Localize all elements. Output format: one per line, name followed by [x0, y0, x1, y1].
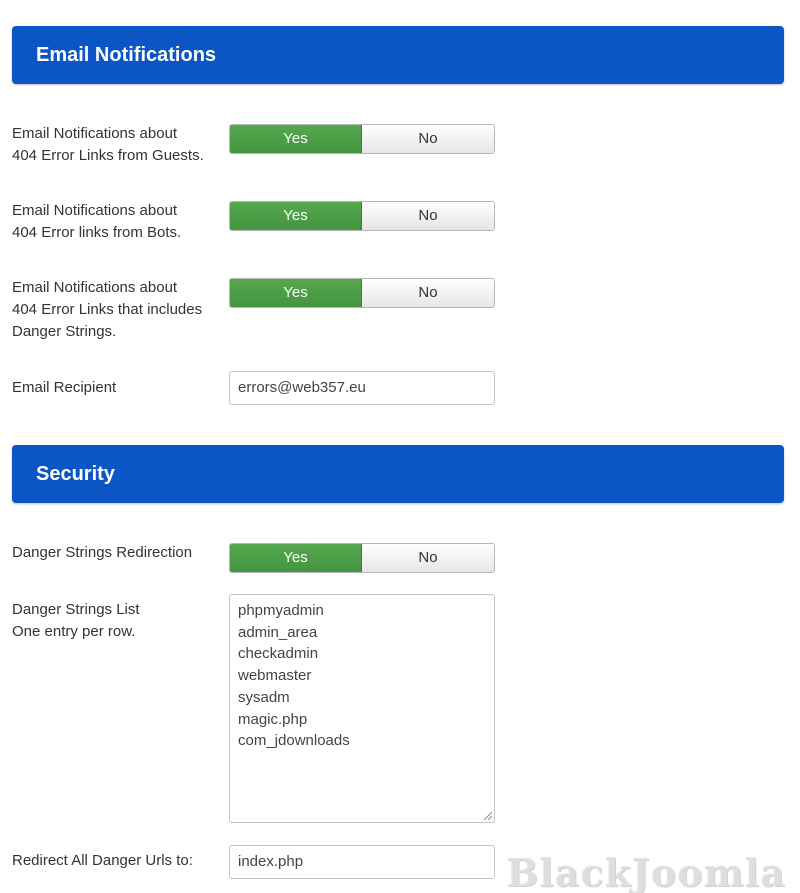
resize-grip-icon[interactable]	[482, 810, 492, 820]
email-recipient-input[interactable]: errors@web357.eu	[229, 371, 495, 405]
label-line: Email Notifications about	[12, 279, 178, 296]
redirect-url-input[interactable]: index.php	[229, 845, 495, 879]
no-option[interactable]: No	[362, 202, 494, 230]
redirect-url-label: Redirect All Danger Urls to:	[12, 852, 193, 869]
yes-option[interactable]: Yes	[230, 202, 362, 230]
label-line: One entry per row.	[12, 623, 136, 640]
email-recipient-label: Email Recipient	[12, 379, 117, 396]
list-entry: admin_area	[238, 623, 318, 641]
security-title: Security	[36, 463, 115, 485]
danger-strings-textarea[interactable]: phpmyadmin admin_area checkadmin webmast…	[229, 594, 495, 823]
danger-strings-list-label: Danger Strings List One entry per row.	[12, 599, 222, 643]
list-entry: magic.php	[238, 710, 308, 728]
email-notifications-header: Email Notifications	[12, 26, 784, 84]
yes-option[interactable]: Yes	[230, 125, 362, 153]
email-notifications-title: Email Notifications	[36, 44, 217, 66]
label-line: 404 Error Links that includes	[12, 301, 203, 318]
danger-strings-redirection-label: Danger Strings Redirection	[12, 544, 193, 561]
bots-notification-toggle[interactable]: Yes No	[229, 201, 495, 231]
danger-strings-notification-toggle[interactable]: Yes No	[229, 278, 495, 308]
label-line: Email Notifications about	[12, 202, 178, 219]
list-entry: checkadmin	[238, 645, 319, 663]
yes-option[interactable]: Yes	[230, 279, 362, 307]
label-line: Email Notifications about	[12, 125, 178, 142]
list-entry: com_jdownloads	[238, 732, 350, 750]
label-line: 404 Error links from Bots.	[12, 224, 182, 241]
guests-notification-label: Email Notifications about 404 Error Link…	[12, 123, 222, 167]
yes-option[interactable]: Yes	[230, 544, 362, 572]
no-option[interactable]: No	[362, 125, 494, 153]
danger-strings-redirection-toggle[interactable]: Yes No	[229, 543, 495, 573]
guests-notification-toggle[interactable]: Yes No	[229, 124, 495, 154]
label-line: Danger Strings List	[12, 601, 140, 618]
list-entry: phpmyadmin	[238, 602, 324, 619]
blackjoomla-watermark: BlackJoomla	[506, 850, 786, 893]
list-entry: sysadm	[238, 688, 290, 706]
bots-notification-label: Email Notifications about 404 Error link…	[12, 200, 222, 244]
label-line: 404 Error Links from Guests.	[12, 147, 204, 164]
security-header: Security	[12, 445, 784, 503]
danger-strings-notification-label: Email Notifications about 404 Error Link…	[12, 277, 222, 343]
no-option[interactable]: No	[362, 544, 494, 572]
settings-page: Email Notifications Email Notifications …	[0, 0, 800, 893]
label-line: Danger Strings.	[12, 323, 117, 340]
no-option[interactable]: No	[362, 279, 494, 307]
list-entry: webmaster	[238, 667, 312, 685]
